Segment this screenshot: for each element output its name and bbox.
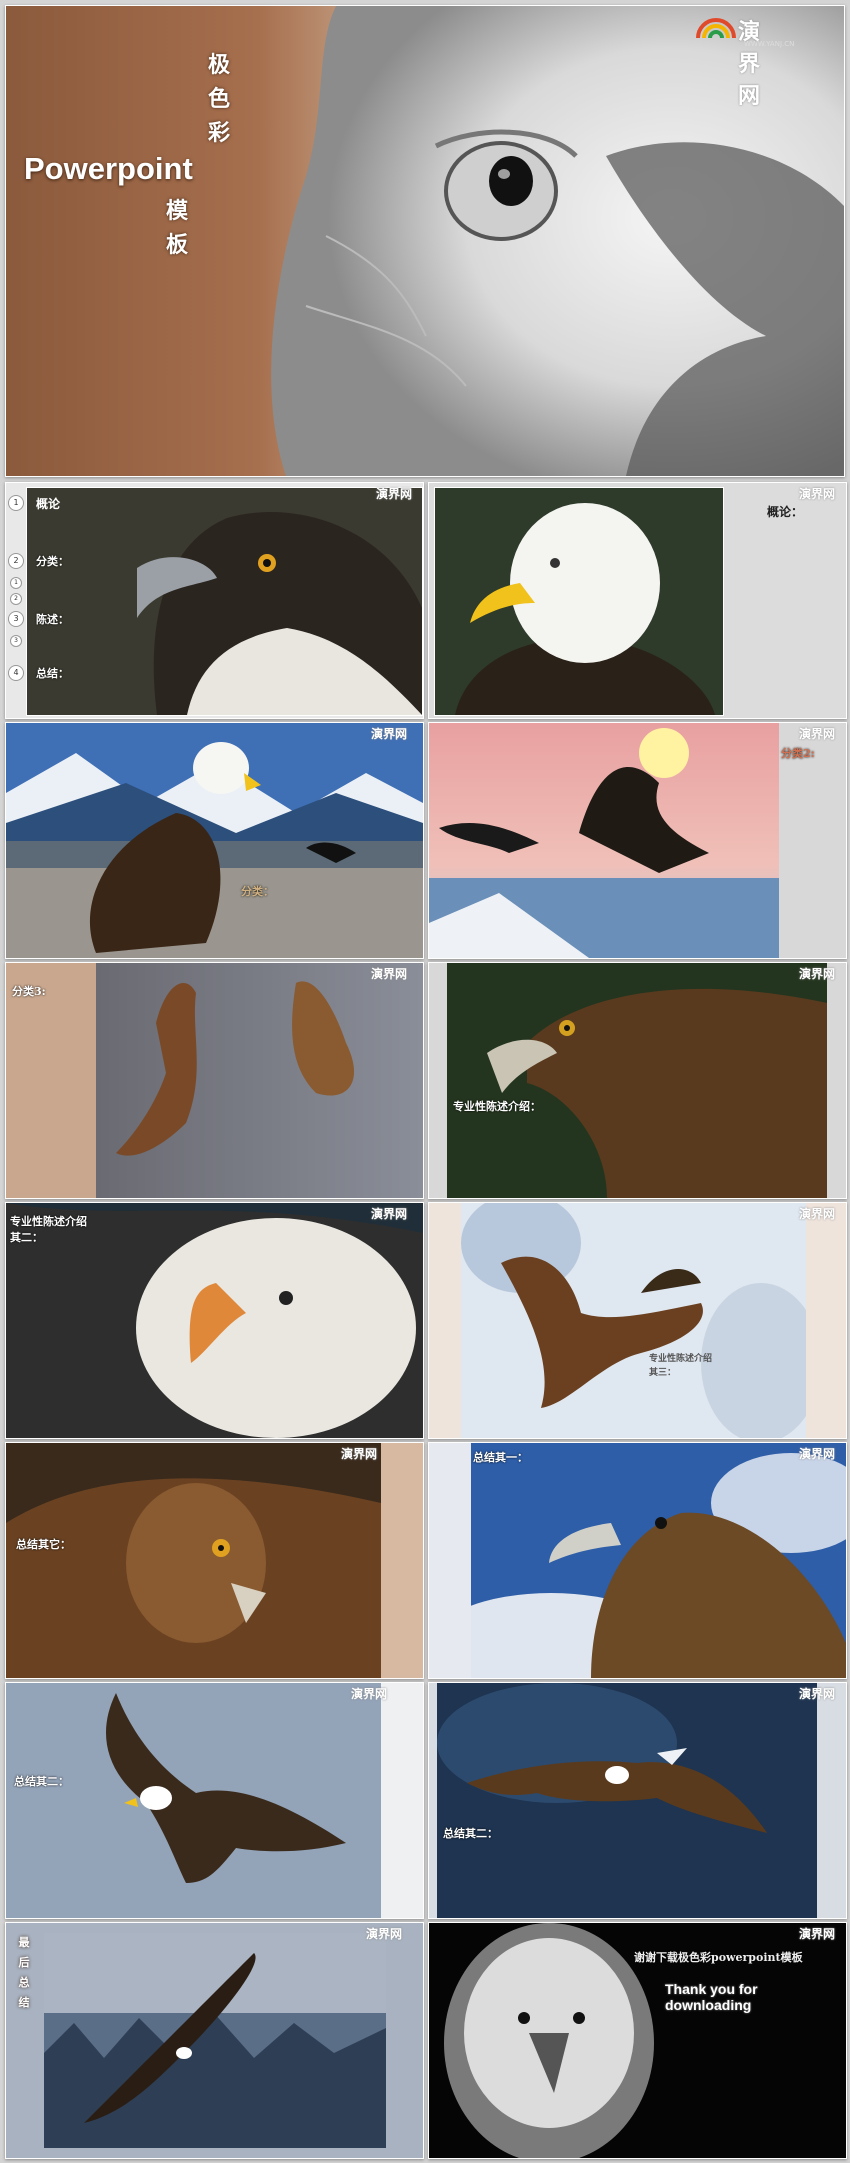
brand-url: WWW.YANJ.CN bbox=[744, 40, 795, 48]
title-char: 最 bbox=[18, 1936, 30, 1949]
brand-watermark: 演界网 bbox=[341, 1447, 378, 1461]
brand-watermark: 演界网 bbox=[376, 487, 413, 501]
eagle-forest-image bbox=[44, 1933, 386, 2148]
summary-slide-other[interactable]: 总结其它： 演界网 bbox=[5, 1442, 424, 1679]
category-slide-1[interactable]: 分类： 演界网 bbox=[5, 722, 424, 959]
golden-eagle-sky-image bbox=[471, 1443, 846, 1678]
slide-label: 概论： bbox=[767, 505, 804, 519]
agenda-subnumber: 1 bbox=[10, 577, 22, 589]
brand-watermark: 演界网 bbox=[799, 1447, 836, 1461]
eagle-glide-image bbox=[437, 1683, 817, 1918]
brand-watermark: 演界网 bbox=[799, 487, 836, 501]
hero-vertical-bottom: 模 板 bbox=[164, 194, 190, 262]
title-char: 结 bbox=[18, 1996, 30, 2009]
category-slide-2[interactable]: 分类2: 演界网 bbox=[428, 722, 847, 959]
brand-watermark: 演界网 bbox=[371, 967, 408, 981]
slide-label-line1: 专业性陈述介绍 bbox=[10, 1215, 87, 1228]
hero-title: Powerpoint bbox=[24, 151, 193, 186]
eagle-shore-image bbox=[6, 723, 423, 958]
slide-label-line1: 专业性陈述介绍 bbox=[649, 1354, 713, 1364]
hero-char: 板 bbox=[165, 232, 188, 258]
slide-label-line2: 其二： bbox=[10, 1231, 43, 1244]
brand-watermark: 演界网 bbox=[371, 727, 408, 741]
hero-char: 彩 bbox=[207, 120, 230, 146]
thanks-slide[interactable]: 谢谢下载极色彩powerpoint模板 Thank you for downlo… bbox=[428, 1922, 847, 2159]
brand-watermark: 演界网 bbox=[371, 1207, 408, 1221]
category-slide-3[interactable]: 分类3: 演界网 bbox=[5, 962, 424, 1199]
brand-logo-icon bbox=[696, 18, 736, 39]
golden-eagle-image bbox=[447, 963, 827, 1198]
final-vertical-title: 最 后 总 结 bbox=[16, 1933, 32, 2013]
eagle-snow-image bbox=[461, 1203, 806, 1438]
brand-watermark: 演界网 bbox=[799, 1207, 836, 1221]
brand-watermark: 演界网 bbox=[799, 727, 836, 741]
cover-slide[interactable]: 极 色 彩 Powerpoint 模 板 演界网 WWW.YANJ.CN bbox=[5, 5, 845, 477]
final-summary-slide[interactable]: 最 后 总 结 演界网 bbox=[5, 1922, 424, 2159]
brand-logo: 演界网 WWW.YANJ.CN bbox=[696, 12, 794, 109]
bald-eagle-image bbox=[435, 488, 723, 715]
summary-slide-2[interactable]: 总结其二： 演界网 bbox=[5, 1682, 424, 1919]
agenda-number-4: 4 bbox=[8, 665, 24, 681]
brand-watermark: 演界网 bbox=[799, 1927, 836, 1941]
slide-label-line2: 其三： bbox=[649, 1368, 677, 1378]
hawk-image bbox=[27, 488, 422, 715]
eagle-portrait-image bbox=[6, 1203, 423, 1438]
professional-slide-3[interactable]: 专业性陈述介绍 其三： 演界网 bbox=[428, 1202, 847, 1439]
slide-label: 分类3: bbox=[12, 985, 46, 998]
title-char: 后 bbox=[18, 1956, 30, 1969]
eagle-flying-water-image bbox=[6, 1683, 381, 1918]
slide-label: 分类： bbox=[241, 885, 274, 898]
brand-watermark: 演界网 bbox=[799, 967, 836, 981]
agenda-item-label: 分类： bbox=[36, 555, 69, 568]
hero-char: 模 bbox=[165, 198, 188, 224]
summary-slide-1[interactable]: 总结其一： 演界网 bbox=[428, 1442, 847, 1679]
brand-name: 演界网 bbox=[738, 20, 761, 109]
kites-image bbox=[96, 963, 423, 1198]
thanks-cn-text: 谢谢下载极色彩powerpoint模板 bbox=[634, 1951, 803, 1964]
agenda-item-label: 陈述： bbox=[36, 613, 69, 626]
professional-slide-2[interactable]: 专业性陈述介绍 其二： 演界网 bbox=[5, 1202, 424, 1439]
title-char: 总 bbox=[18, 1976, 30, 1989]
professional-slide-1[interactable]: 专业性陈述介绍： 演界网 bbox=[428, 962, 847, 1199]
agenda-subnumber: 2 bbox=[10, 593, 22, 605]
hero-char: 极 bbox=[207, 52, 230, 78]
eagle-closeup-image bbox=[271, 6, 844, 476]
photo-frame bbox=[434, 487, 724, 716]
overview-slide[interactable]: 概论： 演界网 bbox=[428, 482, 847, 719]
summary-slide-2b[interactable]: 总结其二： 演界网 bbox=[428, 1682, 847, 1919]
agenda-number-2: 2 bbox=[8, 553, 24, 569]
agenda-photo-frame bbox=[26, 487, 423, 716]
thanks-en-text: Thank you for downloading bbox=[665, 1981, 758, 2013]
slide-label: 总结其二： bbox=[14, 1775, 69, 1788]
brand-watermark: 演界网 bbox=[799, 1687, 836, 1701]
slide-label: 专业性陈述介绍： bbox=[453, 1100, 541, 1113]
brand-watermark: 演界网 bbox=[366, 1927, 403, 1941]
eagles-sunset-image bbox=[429, 723, 779, 958]
agenda-number-1: 1 bbox=[8, 495, 24, 511]
slide-label: 总结其一： bbox=[473, 1451, 528, 1464]
agenda-item-label: 总结： bbox=[36, 667, 69, 680]
hero-vertical-top: 极 色 彩 bbox=[206, 48, 232, 150]
hero-char: 色 bbox=[207, 86, 230, 112]
slide-label: 分类2: bbox=[781, 747, 815, 760]
agenda-number-3: 3 bbox=[8, 611, 24, 627]
slide-label: 总结其二： bbox=[443, 1827, 498, 1840]
agenda-slide[interactable]: 1 概论 2 分类： 1 2 3 陈述： 3 4 总结： 演界网 bbox=[5, 482, 424, 719]
hawk-screaming-image bbox=[6, 1443, 381, 1678]
brand-watermark: 演界网 bbox=[351, 1687, 388, 1701]
slide-label: 总结其它： bbox=[16, 1538, 71, 1551]
agenda-subnumber: 3 bbox=[10, 635, 22, 647]
agenda-item-label: 概论 bbox=[36, 497, 61, 511]
